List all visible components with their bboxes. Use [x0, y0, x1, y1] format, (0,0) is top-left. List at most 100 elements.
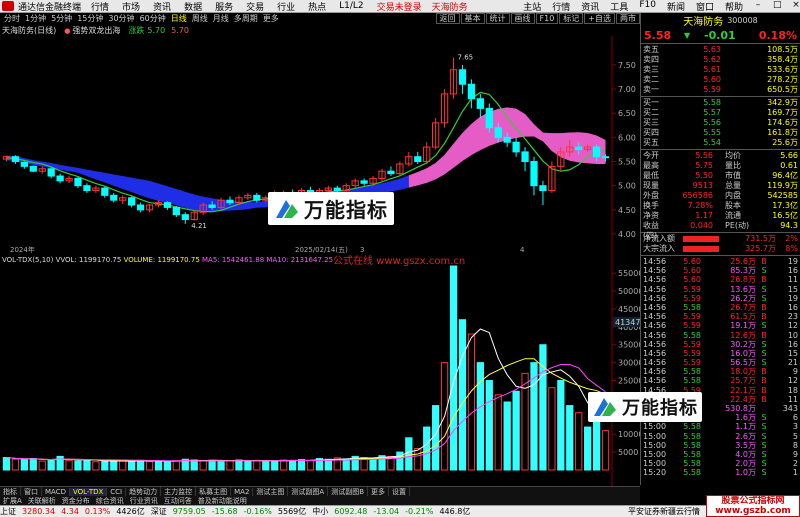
extension-tab[interactable]: 关联解析 — [25, 496, 59, 506]
tick-count: 12 — [787, 376, 798, 386]
add-favorite-button[interactable]: +自选 — [584, 13, 615, 24]
indicator-tab[interactable]: 测试副图B — [328, 486, 369, 497]
menu-market2[interactable]: 市场 — [122, 0, 140, 13]
stat-value: 0.61 — [780, 161, 798, 170]
indicator-tab[interactable]: 测试副图A — [288, 486, 329, 497]
volume-tick-label: 50000 — [618, 287, 640, 296]
extension-tab[interactable]: 普及新动能说明 — [195, 496, 250, 506]
volume-bar — [235, 459, 243, 471]
indicator-tab[interactable]: CCI — [107, 487, 127, 496]
menu-hot[interactable]: 热点 — [308, 0, 326, 13]
indicator-tab[interactable]: 设置 — [389, 486, 411, 497]
volume-bar — [217, 460, 225, 471]
f10-button[interactable]: F10 — [535, 13, 559, 24]
tick-time: 14:56 — [643, 312, 667, 322]
indicator-tab[interactable]: 测试主图 — [253, 486, 289, 497]
menu-data[interactable]: 数据 — [184, 0, 202, 13]
tick-volume: 12.6万 — [730, 330, 756, 340]
flow-pct: 8% — [785, 244, 798, 253]
extension-tab[interactable]: 行业资讯 — [127, 496, 161, 506]
tick-price: 5.59 — [683, 348, 701, 358]
volume-legend-item: MA5: 1542461.88 — [202, 256, 266, 264]
maximize-icon[interactable]: □ — [773, 0, 782, 13]
menu-trade[interactable]: 交易 — [246, 0, 264, 13]
ask-row[interactable]: 卖二 5.60 278.2万 — [641, 75, 800, 85]
period-more[interactable]: 更多 — [262, 13, 280, 24]
tick-list[interactable]: 14:56 5.60 25.6万 B 19 14:56 5.60 85.3万 S 16 14:56 5… — [641, 257, 800, 478]
two-markets-button[interactable]: 两市 — [616, 13, 640, 24]
tick-row: 14:56 5.59 26.2万 S 19 — [641, 294, 800, 303]
bid-row[interactable]: 买三 5.56 174.6万 — [641, 118, 800, 128]
menu-industry[interactable]: 行业 — [277, 0, 295, 13]
minimize-icon[interactable]: – — [754, 0, 762, 13]
bid-row[interactable]: 买一 5.58 342.9万 — [641, 98, 800, 108]
menu-tools[interactable]: 工具 — [610, 0, 628, 13]
period-daily[interactable]: 日线 — [170, 13, 188, 24]
draw-button[interactable]: 画线 — [510, 13, 535, 24]
period-multi[interactable]: 多周期 — [233, 13, 259, 24]
extension-tab[interactable]: 互动问答 — [161, 496, 195, 506]
volume-bar — [29, 458, 37, 471]
period-5min[interactable]: 5分钟 — [50, 13, 73, 24]
volume-title: VOL-TDX(5,10) — [2, 256, 56, 264]
indicator-tab[interactable]: MACD — [42, 487, 70, 496]
extension-tab[interactable]: 扩展A — [0, 496, 25, 506]
bid-row[interactable]: 买五 5.54 25.6万 — [641, 138, 800, 148]
menu-f10[interactable]: F10 — [639, 0, 656, 13]
stats-button[interactable]: 统计 — [485, 13, 510, 24]
ask-row[interactable]: 卖一 5.59 650.5万 — [641, 85, 800, 95]
stat-value: 656586 — [682, 191, 713, 200]
tick-row: 14:56 5.59 19.1万 S 12 — [641, 321, 800, 330]
menu-host[interactable]: 主站 — [523, 0, 541, 13]
menu-market[interactable]: 行情 — [91, 0, 109, 13]
indicator-tab[interactable]: VOL-TDX — [69, 487, 108, 496]
indicator-tab[interactable]: 更多 — [368, 486, 390, 497]
period-monthly[interactable]: 月线 — [212, 13, 230, 24]
book-price: 5.58 — [703, 98, 721, 107]
stat-value: 9513 — [692, 181, 713, 190]
menu-window[interactable]: 窗口 — [696, 0, 714, 13]
period-1min[interactable]: 1分钟 — [24, 13, 47, 24]
stat-label: 最低 — [643, 171, 659, 180]
menu-l1l2[interactable]: L1/L2 — [339, 1, 364, 11]
tick-count: 9 — [792, 367, 798, 377]
candle-body — [387, 170, 395, 175]
tick-volume: 530.8万 — [725, 404, 756, 413]
stat-value: 5.56 — [695, 151, 713, 160]
candle-body — [172, 206, 180, 216]
volume-chart[interactable]: 5500050000450004000035000300002500020000… — [0, 254, 640, 486]
period-weekly[interactable]: 周线 — [191, 13, 209, 24]
menu-info[interactable]: 资讯 — [581, 0, 599, 13]
menu-quote[interactable]: 行情 — [552, 0, 570, 13]
trade-login-status[interactable]: 交易未登录 — [377, 0, 422, 13]
menu-news[interactable]: 资讯 — [153, 0, 171, 13]
stat-label: 净资 — [643, 211, 659, 220]
index-turnover: 5569亿 — [277, 507, 307, 516]
book-volume: 25.6万 — [772, 138, 798, 147]
tick-row: 14:56 5.58 12.6万 B 10 — [641, 331, 800, 340]
period-30min[interactable]: 30分钟 — [107, 13, 135, 24]
book-price: 5.57 — [703, 108, 721, 117]
bid-row[interactable]: 买四 5.55 161.8万 — [641, 128, 800, 138]
bid-row[interactable]: 买二 5.57 169.7万 — [641, 108, 800, 118]
menu-newsroom[interactable]: 新闻 — [667, 0, 685, 13]
basic-button[interactable]: 基本 — [460, 13, 485, 24]
watermark-logo: 万能指标 — [268, 192, 394, 225]
close-icon[interactable]: × — [792, 0, 800, 13]
menu-service[interactable]: 服务 — [215, 0, 233, 13]
tick-price: 5.60 — [683, 275, 701, 285]
ask-row[interactable]: 卖四 5.62 358.4万 — [641, 55, 800, 65]
back-button[interactable]: 返回 — [435, 13, 460, 24]
ask-row[interactable]: 卖五 5.63 108.5万 — [641, 45, 800, 55]
extension-tab[interactable]: 资金分布 — [59, 496, 93, 506]
period-15min[interactable]: 15分钟 — [76, 13, 104, 24]
mark-button[interactable]: 标记 — [559, 13, 584, 24]
period-tick[interactable]: 分时 — [3, 13, 21, 24]
period-60min[interactable]: 60分钟 — [139, 13, 167, 24]
indicator-tab[interactable]: MA2 — [231, 487, 254, 496]
tick-flag: S — [761, 431, 767, 441]
ask-row[interactable]: 卖三 5.61 533.6万 — [641, 65, 800, 75]
tick-price: 5.59 — [683, 339, 701, 349]
extension-tab[interactable]: 综合资讯 — [93, 496, 127, 506]
menu-help[interactable]: 帮助 — [725, 0, 743, 13]
